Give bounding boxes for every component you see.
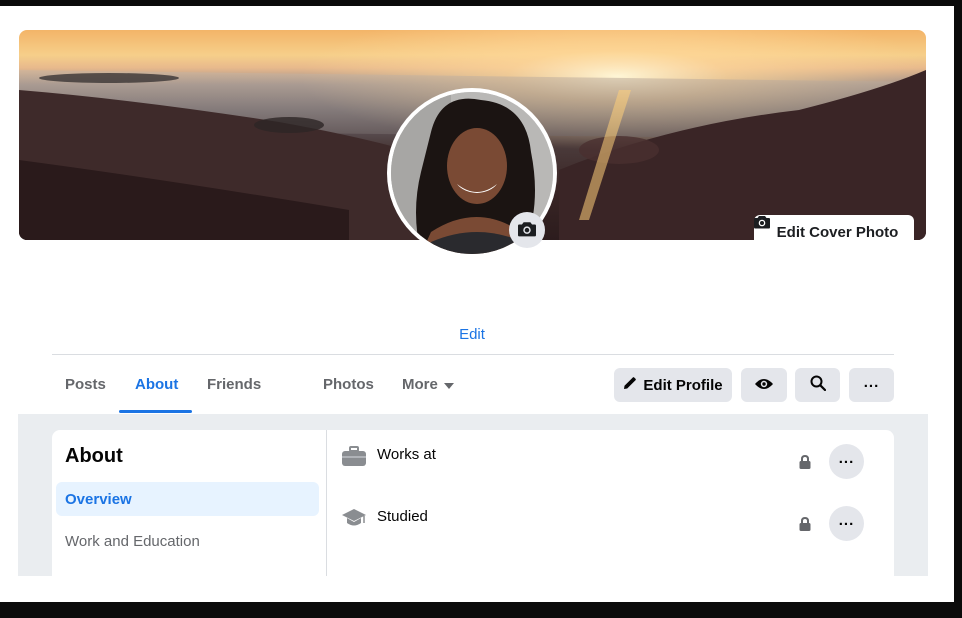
view-as-button[interactable] <box>741 368 787 402</box>
works-at-label: Works at <box>377 446 436 463</box>
edit-cover-photo-label: Edit Cover Photo <box>776 223 899 241</box>
tab-about[interactable]: About <box>135 376 178 393</box>
edit-profile-label: Edit Profile <box>643 376 723 394</box>
search-profile-button[interactable] <box>795 368 840 402</box>
sidebar-item-work-and-education[interactable]: Work and Education <box>56 524 319 558</box>
update-photo-button[interactable] <box>509 212 545 248</box>
edit-cover-photo-button[interactable]: Edit Cover Photo <box>754 215 914 240</box>
eye-icon <box>755 377 773 394</box>
briefcase-icon <box>342 446 366 471</box>
more-options-label: ... <box>863 373 880 391</box>
camera-icon <box>518 221 536 240</box>
tab-friends[interactable]: Friends <box>207 376 261 393</box>
tab-more[interactable]: More <box>402 376 454 393</box>
studied-options-button[interactable]: ... <box>829 506 864 541</box>
pencil-icon <box>623 376 637 394</box>
tab-more-label: More <box>402 376 438 393</box>
graduation-cap-icon <box>342 508 366 533</box>
sidebar-item-overview[interactable]: Overview <box>56 482 319 516</box>
about-heading: About <box>65 445 123 467</box>
search-icon <box>810 375 826 395</box>
more-options-button[interactable]: ... <box>849 368 894 402</box>
profile-picture[interactable] <box>387 88 557 258</box>
lock-icon[interactable] <box>799 516 811 536</box>
caret-down-icon <box>443 376 454 393</box>
works-at-options-label: ... <box>838 450 855 467</box>
divider <box>52 354 894 355</box>
lock-icon[interactable] <box>799 454 811 474</box>
profile-page: Edit Cover Photo Edit Posts About Friend… <box>0 6 954 602</box>
about-card-divider <box>326 430 327 576</box>
tab-photos[interactable]: Photos <box>323 376 374 393</box>
edit-bio-link[interactable]: Edit <box>0 326 944 343</box>
active-tab-indicator <box>119 410 192 413</box>
studied-options-label: ... <box>838 512 855 529</box>
studied-label: Studied <box>377 508 428 525</box>
works-at-options-button[interactable]: ... <box>829 444 864 479</box>
tab-posts[interactable]: Posts <box>65 376 106 393</box>
edit-profile-button[interactable]: Edit Profile <box>614 368 732 402</box>
